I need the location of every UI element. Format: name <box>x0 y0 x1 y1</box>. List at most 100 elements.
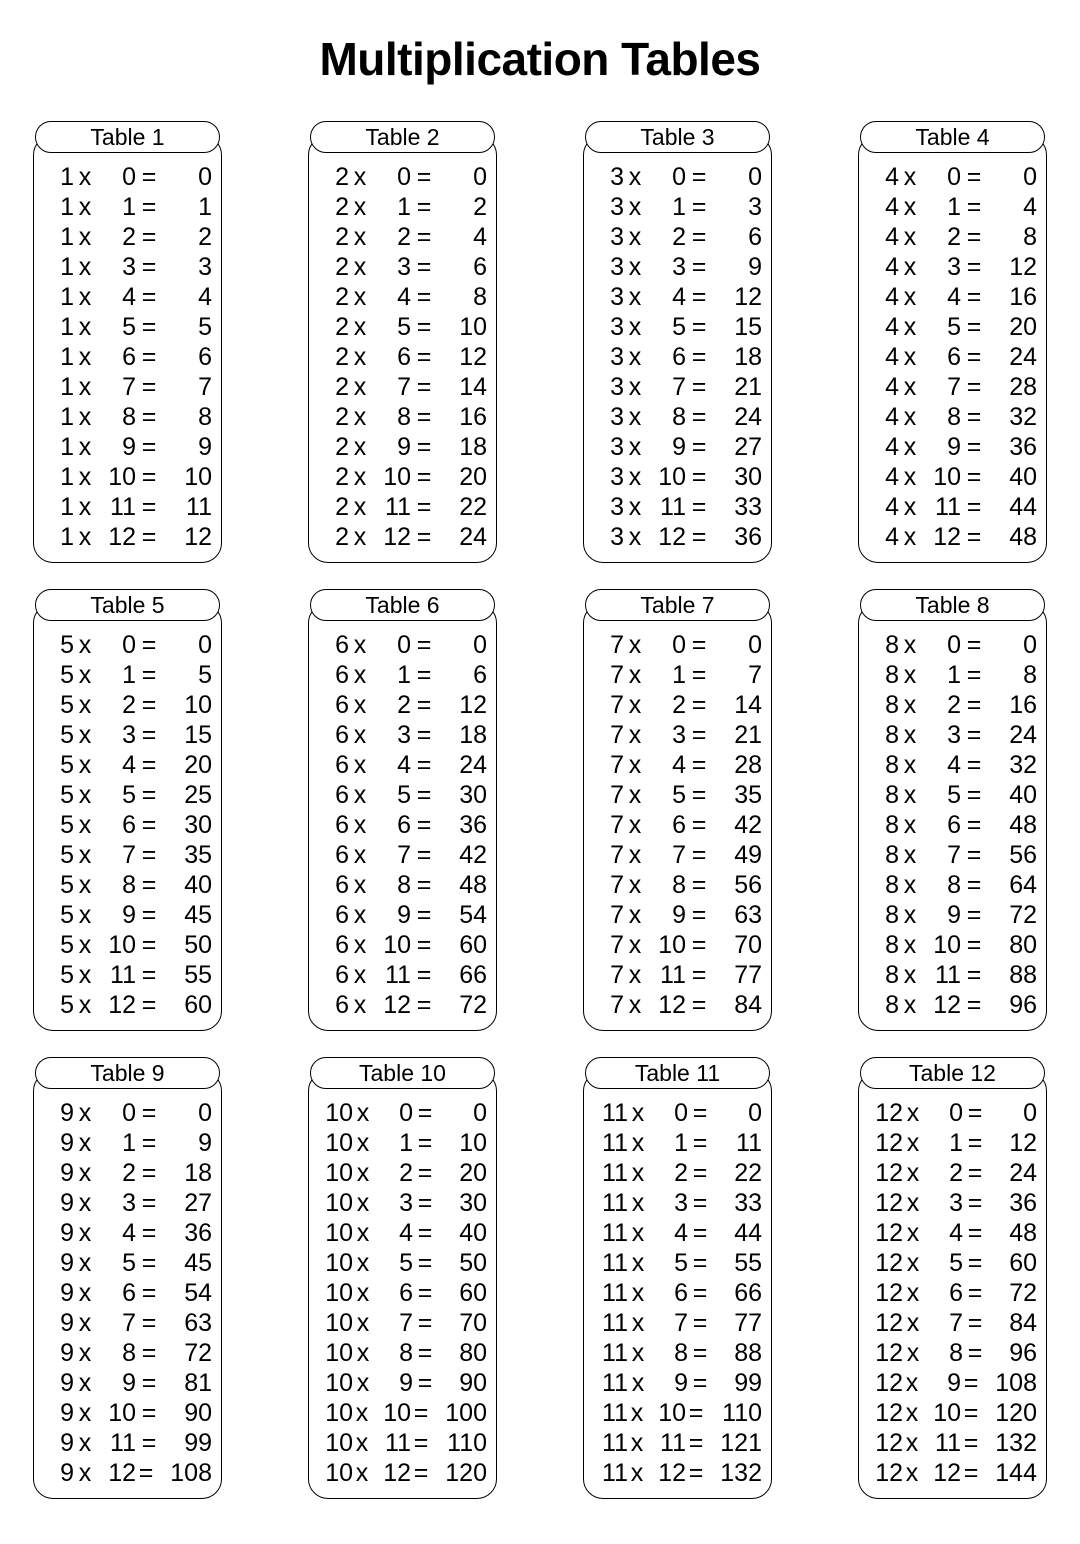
multiplier: 4 <box>947 751 961 779</box>
multiplier: 7 <box>397 841 411 869</box>
multiplicand: 8 <box>885 721 899 749</box>
multiplier: 6 <box>674 1279 688 1307</box>
multiply-operator: x <box>353 871 367 899</box>
product: 32 <box>1009 403 1037 431</box>
equation-row: 10 x 0 = 0 <box>315 1098 490 1128</box>
multiply-operator: x <box>628 283 642 311</box>
multiplier: 10 <box>658 1399 686 1427</box>
equation-row: 12 x 2 = 24 <box>865 1158 1040 1188</box>
multiply-operator: x <box>78 1429 92 1457</box>
multiplicand: 10 <box>325 1369 353 1397</box>
equals-operator: = <box>413 1399 429 1427</box>
equals-operator: = <box>691 193 707 221</box>
product: 50 <box>459 1249 487 1277</box>
multiplier: 3 <box>672 721 686 749</box>
multiply-operator: x <box>353 223 367 251</box>
equation-row: 4 x 6 = 24 <box>865 342 1040 372</box>
multiply-operator: x <box>78 931 92 959</box>
multiplicand: 3 <box>610 403 624 431</box>
multiplier: 1 <box>947 661 961 689</box>
equation-row: 1 x 11 = 11 <box>40 492 215 522</box>
product: 6 <box>473 661 487 689</box>
multiplicand: 2 <box>335 493 349 521</box>
multiply-operator: x <box>903 781 917 809</box>
product: 18 <box>184 1159 212 1187</box>
multiply-operator: x <box>78 283 92 311</box>
equals-operator: = <box>691 781 707 809</box>
multiply-operator: x <box>355 1459 369 1487</box>
multiplicand: 3 <box>610 193 624 221</box>
equation-row: 3 x 3 = 9 <box>590 252 765 282</box>
equation-row: 8 x 3 = 24 <box>865 720 1040 750</box>
equals-operator: = <box>141 901 157 929</box>
product: 4 <box>1023 193 1037 221</box>
product: 11 <box>736 1129 762 1157</box>
product: 9 <box>748 253 762 281</box>
product: 0 <box>473 631 487 659</box>
equals-operator: = <box>417 1129 433 1157</box>
multiplier: 9 <box>947 433 961 461</box>
equals-operator: = <box>141 871 157 899</box>
equals-operator: = <box>416 991 432 1019</box>
equation-row: 3 x 12 = 36 <box>590 522 765 552</box>
multiplicand: 2 <box>335 223 349 251</box>
multiplier: 0 <box>672 163 686 191</box>
equation-row: 1 x 4 = 4 <box>40 282 215 312</box>
equals-operator: = <box>966 961 982 989</box>
multiplier: 12 <box>108 991 136 1019</box>
multiplier: 8 <box>122 871 136 899</box>
equation-row: 1 x 7 = 7 <box>40 372 215 402</box>
product: 12 <box>1009 253 1037 281</box>
multiplicand: 6 <box>335 871 349 899</box>
multiplicand: 9 <box>60 1189 74 1217</box>
product: 28 <box>734 751 762 779</box>
product: 72 <box>459 991 487 1019</box>
multiplicand: 3 <box>610 253 624 281</box>
multiplicand: 10 <box>325 1429 353 1457</box>
equation-row: 5 x 10 = 50 <box>40 930 215 960</box>
equals-operator: = <box>141 811 157 839</box>
multiplicand: 1 <box>60 463 74 491</box>
multiply-operator: x <box>78 313 92 341</box>
equals-operator: = <box>966 223 982 251</box>
equation-row: 10 x 7 = 70 <box>315 1308 490 1338</box>
table-card-body: 11 x 0 = 0 11 x 1 = 11 11 x 2 = 22 11 x 3 = 33 11 x 4 = 44 11 x 5 = 5… <box>583 1071 772 1499</box>
table-card: Table 6 6 x 0 = 0 6 x 1 = 6 6 x 2 = 12 6 x 3 = 18 6 x 4 = 24 6 x 5 = 3… <box>308 589 497 1031</box>
equals-operator: = <box>966 193 982 221</box>
multiplier: 4 <box>397 283 411 311</box>
multiplicand: 2 <box>335 463 349 491</box>
product: 4 <box>473 223 487 251</box>
equation-row: 8 x 1 = 8 <box>865 660 1040 690</box>
multiplier: 9 <box>122 433 136 461</box>
multiplier: 10 <box>933 1399 961 1427</box>
table-card-header: Table 11 <box>585 1057 770 1089</box>
multiply-operator: x <box>353 313 367 341</box>
equation-row: 5 x 8 = 40 <box>40 870 215 900</box>
product: 66 <box>459 961 487 989</box>
equation-row: 11 x 4 = 44 <box>590 1218 765 1248</box>
multiply-operator: x <box>78 1399 92 1427</box>
product: 80 <box>459 1339 487 1367</box>
multiplicand: 1 <box>60 283 74 311</box>
multiply-operator: x <box>631 1189 645 1217</box>
multiply-operator: x <box>78 1129 92 1157</box>
equation-row: 6 x 0 = 0 <box>315 630 490 660</box>
equation-row: 2 x 5 = 10 <box>315 312 490 342</box>
equation-row: 11 x 10 = 110 <box>590 1398 765 1428</box>
multiplicand: 2 <box>335 433 349 461</box>
multiplier: 7 <box>397 373 411 401</box>
multiplier: 0 <box>122 1099 136 1127</box>
equals-operator: = <box>691 991 707 1019</box>
multiplier: 8 <box>949 1339 963 1367</box>
multiplicand: 10 <box>325 1249 353 1277</box>
multiplicand: 11 <box>602 1339 628 1367</box>
equals-operator: = <box>967 1189 983 1217</box>
multiplier: 6 <box>122 343 136 371</box>
multiplier: 5 <box>947 313 961 341</box>
multiply-operator: x <box>631 1309 645 1337</box>
multiply-operator: x <box>78 661 92 689</box>
multiplier: 9 <box>399 1369 413 1397</box>
multiplier: 1 <box>397 661 411 689</box>
product: 50 <box>184 931 212 959</box>
multiplier: 9 <box>397 901 411 929</box>
